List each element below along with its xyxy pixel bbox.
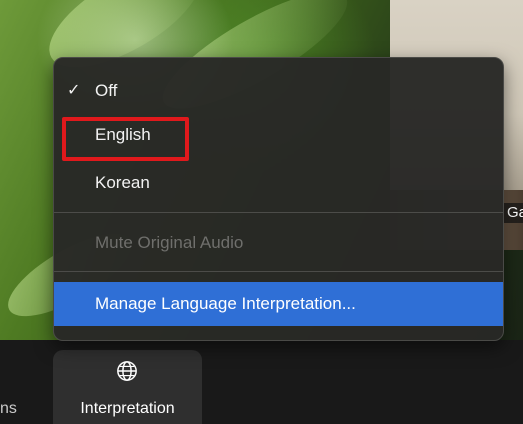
menu-item-label: Mute Original Audio [95, 233, 244, 252]
menu-item-label: Off [95, 81, 118, 100]
globe-icon [117, 361, 137, 381]
menu-divider [54, 212, 503, 213]
annotation-highlight-box [62, 117, 189, 161]
menu-item-label: Korean [95, 173, 150, 192]
menu-item-mute-original-audio: Mute Original Audio [54, 226, 503, 260]
menu-item-korean[interactable]: Korean [54, 166, 503, 200]
participant-name-tag: Ga [503, 203, 523, 223]
menu-item-off[interactable]: ✓ Off [54, 74, 503, 108]
interpretation-label: Interpretation [80, 400, 175, 417]
interpretation-menu: ✓ Off English Korean Mute Original Audio… [53, 57, 504, 341]
checkmark-icon: ✓ [67, 82, 81, 99]
menu-divider [54, 271, 503, 272]
menu-item-label: Manage Language Interpretation... [95, 294, 356, 313]
menu-item-manage-language-interpretation[interactable]: Manage Language Interpretation... [54, 282, 503, 326]
toolbar-partial-label[interactable]: ns [0, 400, 17, 418]
interpretation-button[interactable]: Interpretation [53, 350, 202, 424]
